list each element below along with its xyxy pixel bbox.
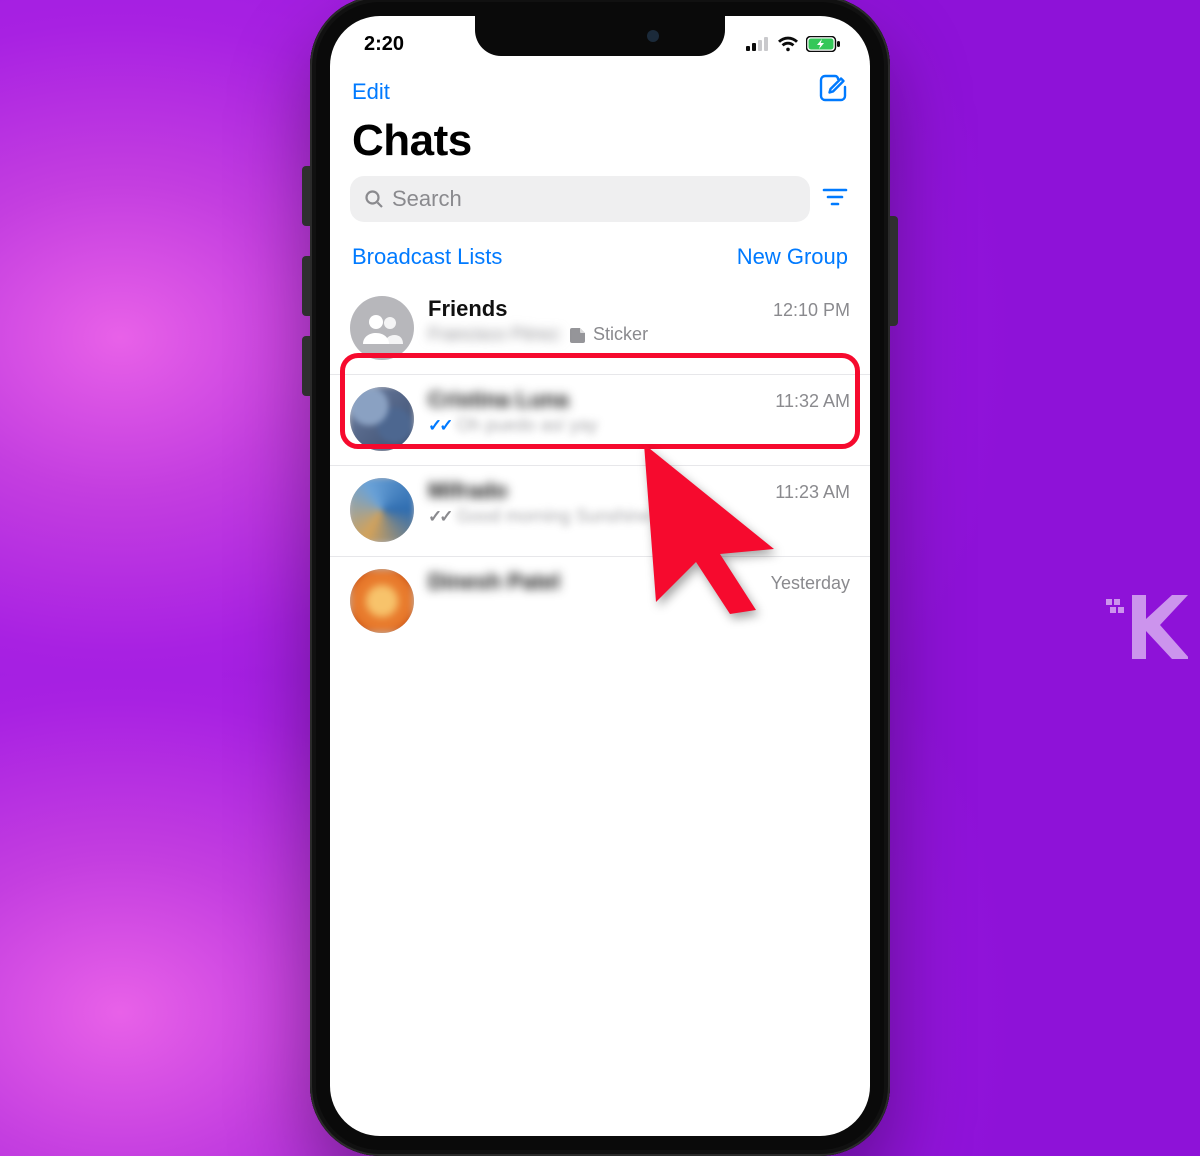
chat-snippet: ✓✓ Oh puedo así yay (428, 415, 850, 436)
chat-name: Friends (428, 296, 507, 322)
chat-body: Friends 12:10 PM Francisco Pérez: Sticke… (428, 296, 850, 345)
new-group-link[interactable]: New Group (737, 244, 848, 270)
chat-row[interactable]: Cristina Luna 11:32 AM ✓✓ Oh puedo así y… (330, 375, 870, 466)
avatar-group (350, 296, 414, 360)
delivered-receipt-icon: ✓✓ (428, 507, 451, 527)
chat-snippet-blurred: Oh puedo así yay (457, 415, 598, 436)
chat-time: 12:10 PM (773, 300, 850, 321)
search-input[interactable]: Search (350, 176, 810, 222)
cellular-icon (746, 37, 770, 51)
chat-snippet: Francisco Pérez: Sticker (428, 324, 850, 345)
read-receipt-icon: ✓✓ (428, 416, 451, 436)
avatar (350, 478, 414, 542)
watermark-k-icon (1106, 595, 1188, 659)
filter-icon (822, 186, 848, 208)
nav-row: Edit (330, 64, 870, 112)
chat-name-blurred: Mifrado (428, 478, 507, 504)
chat-name-blurred: Cristina Luna (428, 387, 569, 413)
chat-body: Dinesh Patel Yesterday (428, 569, 850, 595)
battery-charging-icon (806, 36, 840, 52)
chat-row-friends[interactable]: Friends 12:10 PM Francisco Pérez: Sticke… (330, 284, 870, 375)
sticker-icon (569, 326, 587, 344)
chat-time: 11:23 AM (775, 482, 850, 503)
avatar (350, 387, 414, 451)
chat-list: Friends 12:10 PM Francisco Pérez: Sticke… (330, 284, 870, 647)
chat-name-blurred: Dinesh Patel (428, 569, 560, 595)
chat-row[interactable]: Dinesh Patel Yesterday (330, 557, 870, 647)
status-time: 2:20 (364, 33, 404, 56)
page-title: Chats (330, 112, 870, 176)
search-placeholder: Search (392, 186, 462, 212)
wifi-icon (777, 36, 799, 52)
chat-sender-blurred: Francisco Pérez: (428, 324, 563, 345)
subnav: Broadcast Lists New Group (330, 234, 870, 284)
group-icon (361, 312, 403, 344)
chat-row[interactable]: Mifrado 11:23 AM ✓✓ Good morning Sunshin… (330, 466, 870, 557)
chat-body: Cristina Luna 11:32 AM ✓✓ Oh puedo así y… (428, 387, 850, 436)
chat-time: Yesterday (771, 573, 850, 594)
filter-button[interactable] (820, 182, 850, 217)
compose-icon (818, 74, 848, 104)
compose-button[interactable] (818, 74, 848, 110)
edit-button[interactable]: Edit (352, 79, 390, 105)
search-icon (364, 189, 384, 209)
phone-screen: 2:20 (330, 16, 870, 1136)
avatar (350, 569, 414, 633)
chat-time: 11:32 AM (775, 391, 850, 412)
status-indicators (746, 36, 840, 52)
sun-emoji: ☀️ (657, 506, 679, 527)
phone-frame: 2:20 (310, 0, 890, 1156)
chat-snippet-blurred: Good morning Sunshine (457, 506, 651, 527)
chat-snippet: ✓✓ Good morning Sunshine ☀️ (428, 506, 850, 527)
phone-notch (475, 16, 725, 56)
chat-body: Mifrado 11:23 AM ✓✓ Good morning Sunshin… (428, 478, 850, 527)
search-row: Search (330, 176, 870, 234)
chat-snippet-label: Sticker (593, 324, 648, 345)
broadcast-lists-link[interactable]: Broadcast Lists (352, 244, 502, 270)
